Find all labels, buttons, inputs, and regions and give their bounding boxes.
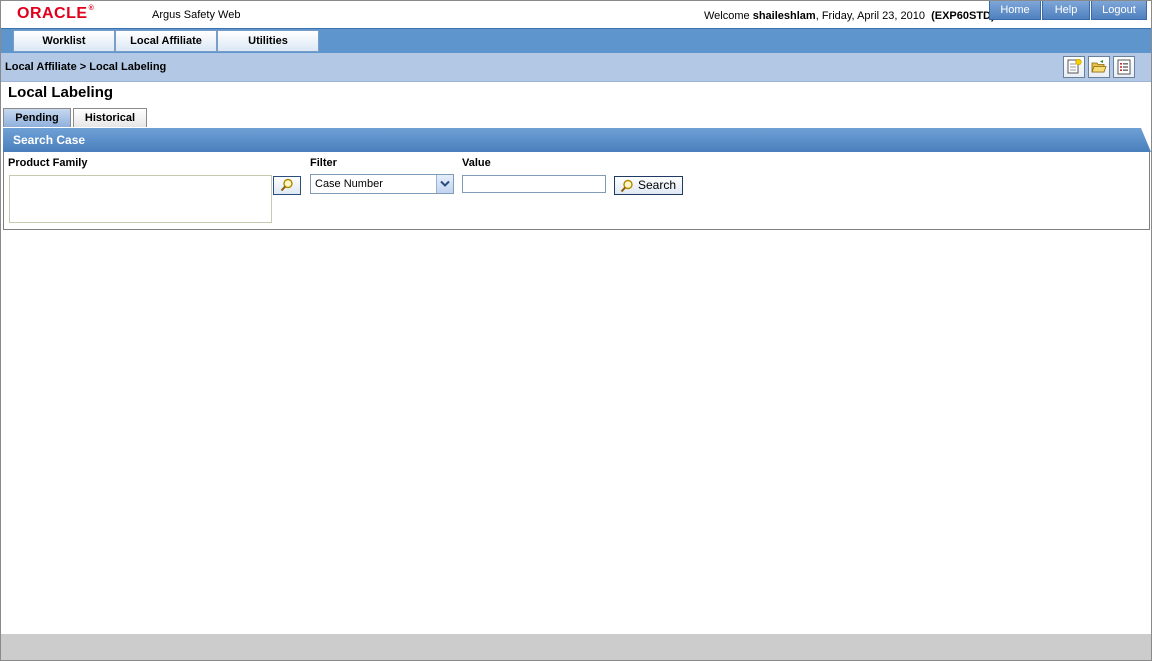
app-name: Argus Safety Web — [152, 9, 241, 21]
tab-pending[interactable]: Pending — [3, 108, 71, 127]
product-family-field[interactable] — [9, 175, 272, 223]
search-case-title: Search Case — [13, 133, 86, 147]
value-label: Value — [462, 157, 491, 169]
product-family-label: Product Family — [8, 157, 88, 169]
home-link[interactable]: Home — [989, 1, 1041, 20]
new-document-icon[interactable] — [1063, 56, 1085, 78]
top-links: Home Help Logout — [988, 1, 1147, 21]
app-frame: ORACLE® Argus Safety Web Welcome shailes… — [0, 0, 1152, 661]
open-folder-icon[interactable] — [1088, 56, 1110, 78]
search-case-header: Search Case — [3, 128, 1151, 152]
search-button-label: Search — [638, 178, 677, 192]
environment-code: (EXP60STD) — [931, 10, 995, 22]
search-button[interactable]: Search — [614, 176, 683, 195]
page-title: Local Labeling — [8, 84, 114, 101]
chevron-down-icon[interactable] — [436, 175, 453, 193]
footer-bar — [1, 634, 1151, 660]
tab-historical[interactable]: Historical — [73, 108, 147, 127]
welcome-text: Welcome shaileshlam, Friday, April 23, 2… — [704, 10, 995, 22]
logout-link[interactable]: Logout — [1091, 1, 1147, 20]
filter-select[interactable]: Case Number — [310, 174, 454, 194]
main-menu-bar: Worklist Local Affiliate Utilities — [1, 28, 1151, 53]
breadcrumb: Local Affiliate > Local Labeling — [5, 61, 167, 73]
menu-utilities[interactable]: Utilities — [217, 30, 319, 52]
magnifier-icon — [280, 178, 293, 192]
oracle-logo: ORACLE® — [17, 5, 95, 22]
filter-selected-value: Case Number — [315, 178, 383, 190]
breadcrumb-bar: Local Affiliate > Local Labeling — [1, 53, 1151, 82]
product-family-lookup-button[interactable] — [273, 176, 301, 195]
magnifier-icon — [620, 179, 633, 193]
list-report-icon[interactable] — [1113, 56, 1135, 78]
top-header: ORACLE® Argus Safety Web Welcome shailes… — [1, 1, 1151, 28]
help-link[interactable]: Help — [1042, 1, 1090, 20]
user-name: shaileshlam — [752, 10, 816, 22]
search-case-panel: Product Family Filter Case Number Value — [3, 152, 1150, 230]
current-date: , Friday, April 23, 2010 — [815, 10, 925, 22]
value-input[interactable] — [462, 175, 606, 193]
menu-worklist[interactable]: Worklist — [13, 30, 115, 52]
menu-local-affiliate[interactable]: Local Affiliate — [115, 30, 217, 52]
filter-label: Filter — [310, 157, 337, 169]
